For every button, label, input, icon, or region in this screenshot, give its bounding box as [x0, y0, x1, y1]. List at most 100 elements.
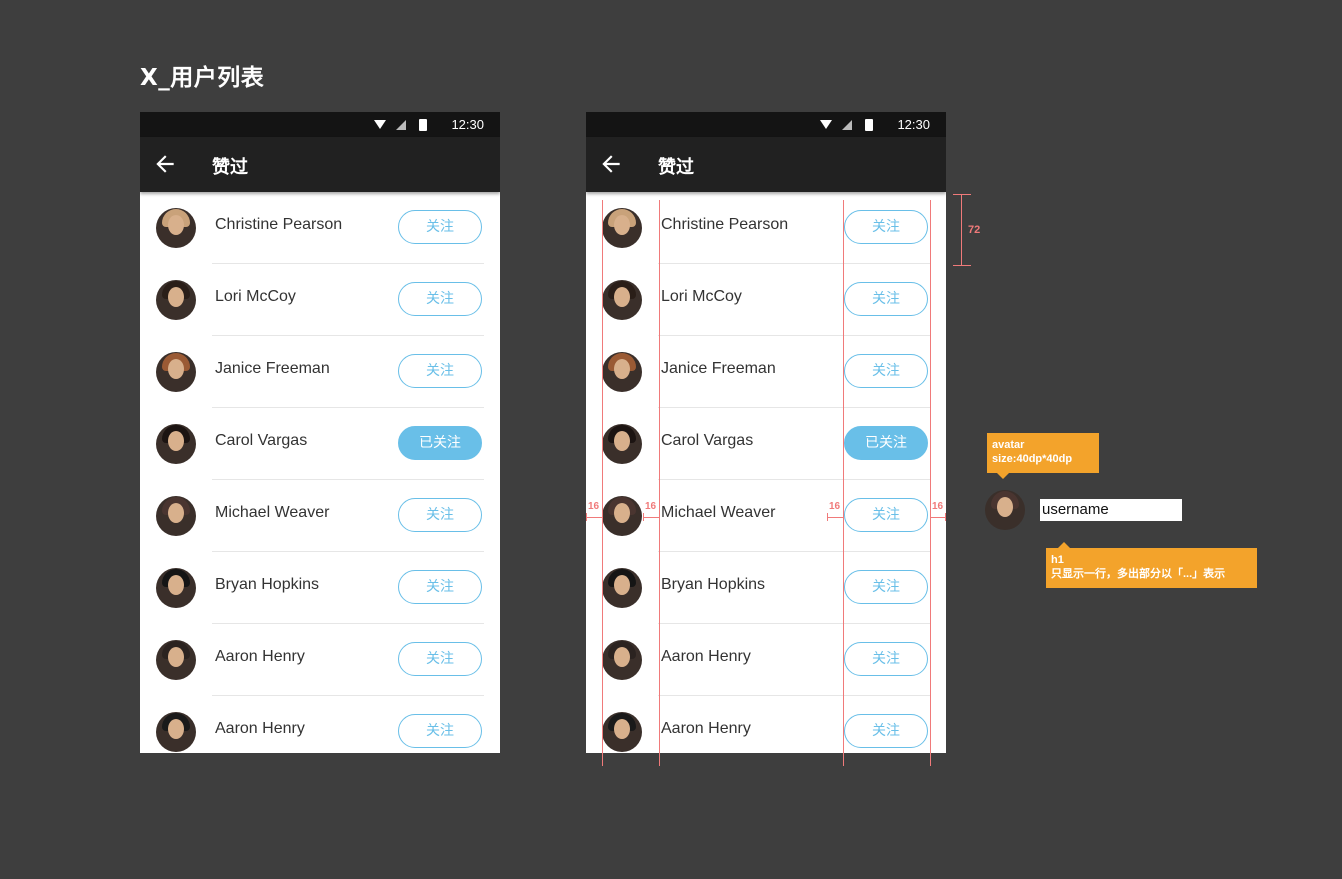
tick-mark [827, 513, 828, 521]
user-name[interactable]: Lori McCoy [215, 288, 385, 306]
user-name[interactable]: Janice Freeman [215, 360, 385, 378]
follow-button[interactable]: 关注 [398, 714, 482, 748]
tick-mark [643, 513, 644, 521]
spacing-label-gap: 16 [645, 501, 657, 512]
follow-button[interactable]: 关注 [398, 282, 482, 316]
user-list-item[interactable]: Bryan Hopkins 关注 [140, 552, 500, 624]
user-avatar[interactable] [602, 280, 642, 320]
user-list-item[interactable]: Christine Pearson 关注 [140, 192, 500, 264]
user-list-item[interactable]: Aaron Henry 关注 [586, 696, 946, 753]
avatar-face [614, 287, 630, 307]
follow-button[interactable]: 关注 [844, 210, 928, 244]
user-avatar[interactable] [156, 208, 196, 248]
user-name[interactable]: Christine Pearson [215, 216, 385, 234]
guide-line-text-left [659, 200, 660, 766]
user-list-item[interactable]: Carol Vargas 已关注 [140, 408, 500, 480]
spacing-marker-button [827, 517, 843, 518]
follow-button[interactable]: 关注 [398, 498, 482, 532]
h1-annotation: h1 只显示一行，多出部分以「...」表示 [1046, 542, 1257, 588]
user-avatar[interactable] [156, 640, 196, 680]
follow-button[interactable]: 关注 [398, 642, 482, 676]
avatar-face [168, 287, 184, 307]
user-avatar[interactable] [156, 712, 196, 752]
user-avatar[interactable] [602, 208, 642, 248]
user-avatar[interactable] [156, 424, 196, 464]
app-bar: 赞过 [586, 137, 946, 192]
user-avatar[interactable] [602, 496, 642, 536]
following-button[interactable]: 已关注 [844, 426, 928, 460]
status-icons [820, 119, 873, 131]
follow-button[interactable]: 关注 [844, 282, 928, 316]
follow-button[interactable]: 关注 [844, 354, 928, 388]
phone-mockup-right: 12:30 赞过 Christine Pearson 关注 Lori McCoy 关注… [586, 112, 946, 753]
sample-avatar [985, 490, 1025, 530]
user-list-item[interactable]: Lori McCoy 关注 [140, 264, 500, 336]
height-marker-bottom [953, 265, 971, 266]
wifi-icon [820, 120, 832, 129]
height-marker-line [961, 194, 962, 266]
avatar-face [168, 431, 184, 451]
tick-mark [945, 513, 946, 521]
user-name[interactable]: Michael Weaver [661, 504, 831, 522]
user-list-item[interactable]: Christine Pearson 关注 [586, 192, 946, 264]
user-list-item[interactable]: Aaron Henry 关注 [140, 696, 500, 753]
user-avatar[interactable] [156, 496, 196, 536]
follow-button[interactable]: 关注 [844, 714, 928, 748]
user-list-item[interactable]: Janice Freeman 关注 [586, 336, 946, 408]
back-arrow-icon[interactable] [152, 151, 178, 177]
user-avatar[interactable] [602, 568, 642, 608]
spacing-label-button: 16 [829, 501, 841, 512]
user-list-item[interactable]: Carol Vargas 已关注 [586, 408, 946, 480]
user-avatar[interactable] [156, 352, 196, 392]
user-list-item[interactable]: Bryan Hopkins 关注 [586, 552, 946, 624]
user-name[interactable]: Bryan Hopkins [661, 576, 831, 594]
user-avatar[interactable] [602, 424, 642, 464]
user-avatar[interactable] [156, 280, 196, 320]
avatar-annotation-title: avatar [992, 439, 1025, 451]
user-name[interactable]: Janice Freeman [661, 360, 831, 378]
user-avatar[interactable] [602, 712, 642, 752]
follow-button[interactable]: 关注 [398, 210, 482, 244]
spacing-marker-right [930, 517, 946, 518]
callout-caret [997, 473, 1009, 479]
follow-button[interactable]: 关注 [844, 498, 928, 532]
user-list-item[interactable]: Aaron Henry 关注 [586, 624, 946, 696]
avatar-face [168, 647, 184, 667]
tick-mark [586, 513, 587, 521]
status-icons [374, 119, 427, 131]
app-bar-title: 赞过 [212, 157, 248, 178]
user-name[interactable]: Lori McCoy [661, 288, 831, 306]
user-name[interactable]: Michael Weaver [215, 504, 385, 522]
following-button[interactable]: 已关注 [398, 426, 482, 460]
row-height-label: 72 [968, 224, 981, 236]
status-bar: 12:30 [586, 112, 946, 137]
user-name[interactable]: Aaron Henry [661, 720, 831, 738]
back-arrow-icon[interactable] [598, 151, 624, 177]
status-time: 12:30 [451, 117, 484, 132]
user-avatar[interactable] [602, 352, 642, 392]
user-list-item[interactable]: Michael Weaver 关注 [140, 480, 500, 552]
app-bar: 赞过 [140, 137, 500, 192]
user-name[interactable]: Bryan Hopkins [215, 576, 385, 594]
user-name[interactable]: Carol Vargas [661, 432, 831, 450]
user-name[interactable]: Aaron Henry [215, 720, 385, 738]
user-list: Christine Pearson 关注 Lori McCoy 关注 Janice Fr… [140, 192, 500, 753]
avatar-face [168, 503, 184, 523]
user-list-item[interactable]: Aaron Henry 关注 [140, 624, 500, 696]
follow-button[interactable]: 关注 [398, 354, 482, 388]
user-avatar[interactable] [602, 640, 642, 680]
follow-button[interactable]: 关注 [844, 570, 928, 604]
avatar-face [614, 215, 630, 235]
height-marker-top [953, 194, 971, 195]
guide-line-button-left [843, 200, 844, 766]
follow-button[interactable]: 关注 [398, 570, 482, 604]
user-avatar[interactable] [156, 568, 196, 608]
user-name[interactable]: Aaron Henry [661, 648, 831, 666]
user-name[interactable]: Carol Vargas [215, 432, 385, 450]
user-list-item[interactable]: Michael Weaver 关注 [586, 480, 946, 552]
user-name[interactable]: Aaron Henry [215, 648, 385, 666]
user-name[interactable]: Christine Pearson [661, 216, 831, 234]
user-list-item[interactable]: Lori McCoy 关注 [586, 264, 946, 336]
user-list-item[interactable]: Janice Freeman 关注 [140, 336, 500, 408]
follow-button[interactable]: 关注 [844, 642, 928, 676]
